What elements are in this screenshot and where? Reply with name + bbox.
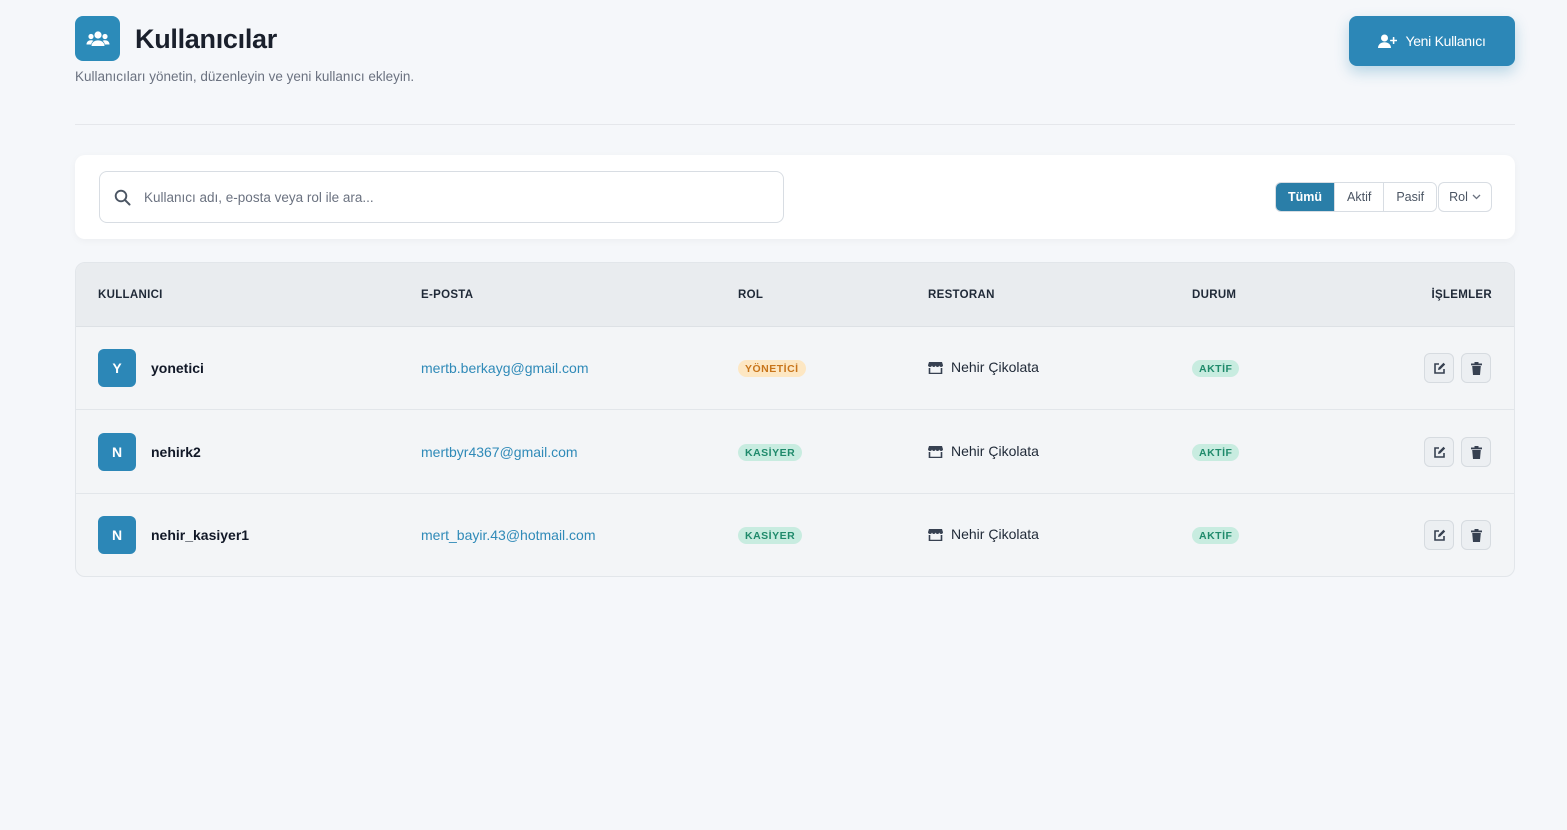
new-user-button[interactable]: Yeni Kullanıcı [1349,16,1515,66]
status-badge: AKTİF [1192,527,1240,544]
username: nehirk2 [151,444,201,460]
col-actions: İŞLEMLER [1431,289,1492,301]
status-badge: AKTİF [1192,444,1240,461]
store-icon [928,361,943,374]
username: nehir_kasiyer1 [151,527,250,543]
edit-icon [1433,446,1445,458]
filter-passive-button[interactable]: Pasif [1383,183,1437,211]
page-subtitle: Kullanıcıları yönetin, düzenleyin ve yen… [75,69,415,84]
restaurant-cell: Nehir Çikolata [928,443,1039,459]
role-badge: YÖNETİCİ [738,360,806,377]
new-user-label: Yeni Kullanıcı [1405,33,1486,49]
role-badge: KASİYER [738,444,803,461]
col-user: KULLANICI [98,289,163,301]
edit-icon [1433,529,1445,541]
status-filter: Tümü Aktif Pasif [1275,182,1438,212]
page-title: Kullanıcılar [135,24,277,54]
chevron-down-icon [1472,194,1481,200]
avatar: N [98,433,136,471]
email-link[interactable]: mert_bayir.43@hotmail.com [421,527,596,543]
restaurant-name: Nehir Çikolata [951,443,1039,459]
email-link[interactable]: mertbyr4367@gmail.com [421,444,578,460]
email-link[interactable]: mertb.berkayg@gmail.com [421,360,589,376]
search-icon [114,189,131,206]
table-header: KULLANICI E-POSTA ROL RESTORAN DURUM İŞL… [76,263,1514,327]
search-box[interactable] [99,171,784,223]
header-divider [75,124,1515,125]
page-header: Kullanıcılar Kullanıcıları yönetin, düze… [75,16,1515,86]
user-plus-icon [1378,34,1398,48]
col-email: E-POSTA [421,289,474,301]
table-row: Y yonetici mertb.berkayg@gmail.com YÖNET… [76,327,1514,410]
users-table: KULLANICI E-POSTA ROL RESTORAN DURUM İŞL… [75,262,1515,577]
trash-icon [1470,528,1482,542]
role-filter-label: Rol [1449,190,1468,204]
delete-button[interactable] [1461,437,1491,467]
store-icon [928,445,943,458]
filter-active-button[interactable]: Aktif [1334,183,1384,211]
table-row: N nehir_kasiyer1 mert_bayir.43@hotmail.c… [76,494,1514,576]
filter-all-button[interactable]: Tümü [1276,183,1335,211]
col-status: DURUM [1192,289,1237,301]
store-icon [928,528,943,541]
edit-icon [1433,362,1445,374]
filter-card: Tümü Aktif Pasif Rol [75,155,1515,239]
status-badge: AKTİF [1192,360,1240,377]
delete-button[interactable] [1461,520,1491,550]
table-row: N nehirk2 mertbyr4367@gmail.com KASİYER … [76,411,1514,494]
avatar: Y [98,349,136,387]
role-badge: KASİYER [738,527,803,544]
avatar: N [98,516,136,554]
restaurant-cell: Nehir Çikolata [928,526,1039,542]
username: yonetici [151,360,204,376]
col-role: ROL [738,289,764,301]
role-filter-dropdown[interactable]: Rol [1438,182,1492,212]
restaurant-name: Nehir Çikolata [951,526,1039,542]
trash-icon [1470,361,1482,375]
users-icon [75,16,120,61]
trash-icon [1470,445,1482,459]
restaurant-cell: Nehir Çikolata [928,359,1039,375]
col-restaurant: RESTORAN [928,289,995,301]
restaurant-name: Nehir Çikolata [951,359,1039,375]
delete-button[interactable] [1461,353,1491,383]
search-input[interactable] [144,172,764,222]
edit-button[interactable] [1424,437,1454,467]
edit-button[interactable] [1424,353,1454,383]
edit-button[interactable] [1424,520,1454,550]
